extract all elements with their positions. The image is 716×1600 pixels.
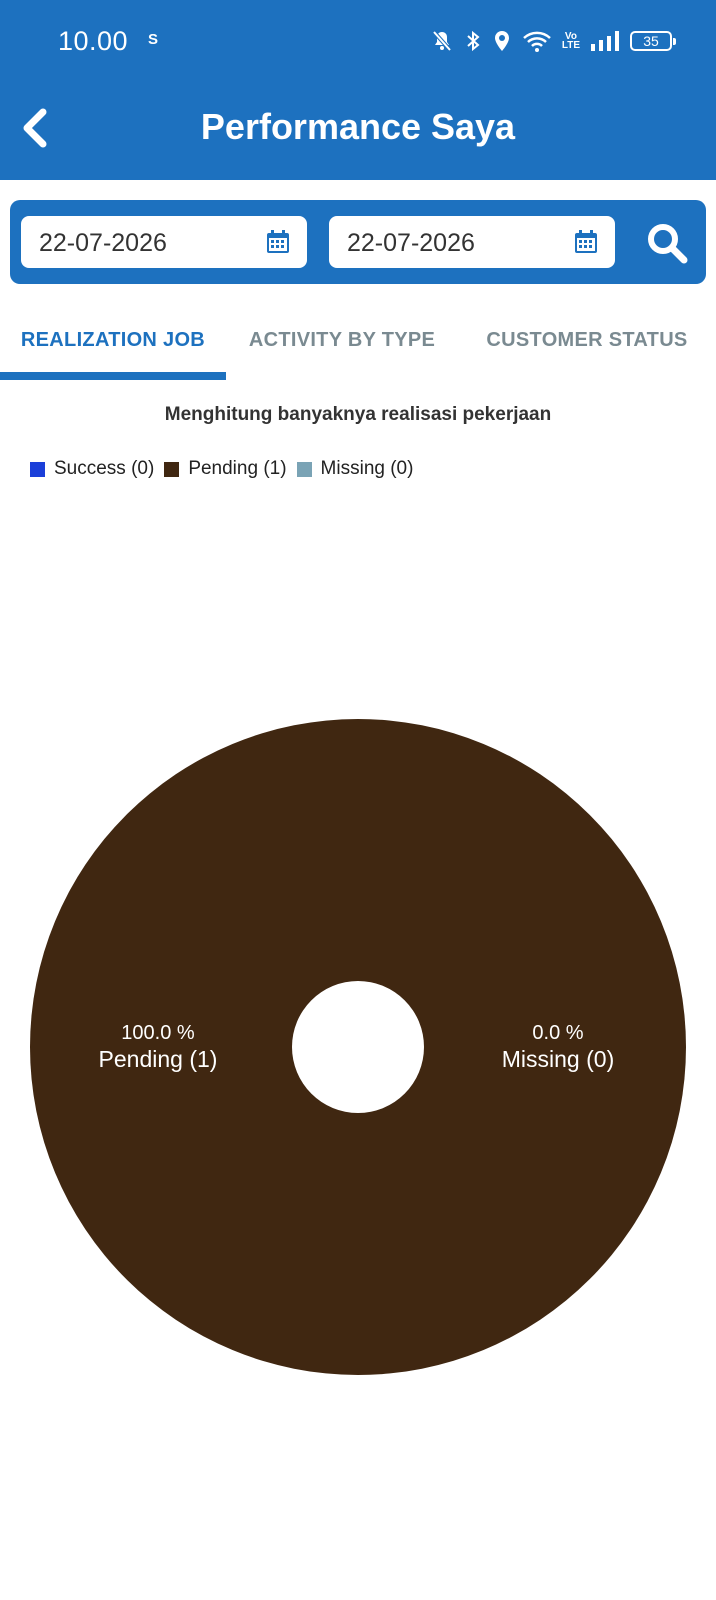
sync-icon: S: [148, 31, 159, 48]
donut-hole: [292, 981, 424, 1113]
wifi-icon: [522, 29, 552, 53]
tab-realization-job[interactable]: REALIZATION JOB: [0, 300, 226, 380]
tab-activity-by-type[interactable]: ACTIVITY BY TYPE: [226, 300, 458, 380]
tab-bar: REALIZATION JOB ACTIVITY BY TYPE CUSTOME…: [0, 300, 716, 380]
legend-label-success: Success (0): [54, 458, 155, 479]
status-icons: Vo LTE 35: [430, 26, 676, 56]
app-bar: Performance Saya: [0, 82, 716, 180]
chart-legend: Success (0) Pending (1) Missing (0): [30, 458, 423, 480]
mute-bell-icon: [430, 29, 454, 53]
volte-icon: Vo LTE: [561, 31, 580, 51]
search-icon: [648, 224, 688, 264]
status-bar: 10.00 S Vo LTE 35: [0, 0, 716, 82]
donut-chart[interactable]: 0.0 %Success (0)100.0 %Pending (1)0.0 %M…: [0, 700, 716, 1400]
end-date-value: 22-07-2026: [347, 229, 475, 257]
legend-swatch-success: [30, 461, 45, 477]
bluetooth-icon: [464, 29, 482, 53]
start-date-field[interactable]: 22-07-2026: [21, 216, 307, 268]
tab-customer-status[interactable]: CUSTOMER STATUS: [458, 300, 716, 380]
signal-icon: [590, 30, 620, 52]
legend-swatch-pending: [164, 461, 180, 477]
end-date-field[interactable]: 22-07-2026: [329, 216, 615, 268]
location-icon: [492, 29, 512, 53]
slice-percent-label-missing: 0.0 %: [532, 1022, 583, 1044]
legend-item-pending[interactable]: Pending (1): [164, 458, 287, 480]
active-tab-indicator: [0, 372, 226, 380]
legend-swatch-missing: [296, 461, 312, 477]
page-title: Performance Saya: [200, 106, 516, 147]
slice-name-label-pending: Pending (1): [99, 1046, 218, 1072]
chart-description: Menghitung banyaknya realisasi pekerjaan: [164, 404, 552, 425]
slice-name-label-missing: Missing (0): [502, 1046, 614, 1072]
legend-item-success[interactable]: Success (0): [30, 458, 154, 480]
legend-label-pending: Pending (1): [188, 458, 287, 479]
calendar-icon: [573, 229, 599, 260]
battery-icon: 35: [630, 31, 676, 51]
status-time: 10.00: [58, 26, 129, 56]
legend-item-missing[interactable]: Missing (0): [296, 458, 414, 480]
legend-label-missing: Missing (0): [320, 458, 414, 479]
date-filter-panel: 22-07-2026 22-07-2026: [10, 200, 706, 284]
calendar-icon: [265, 229, 291, 260]
start-date-value: 22-07-2026: [39, 229, 167, 257]
slice-percent-label-pending: 100.0 %: [121, 1022, 195, 1044]
search-button[interactable]: [640, 216, 694, 270]
